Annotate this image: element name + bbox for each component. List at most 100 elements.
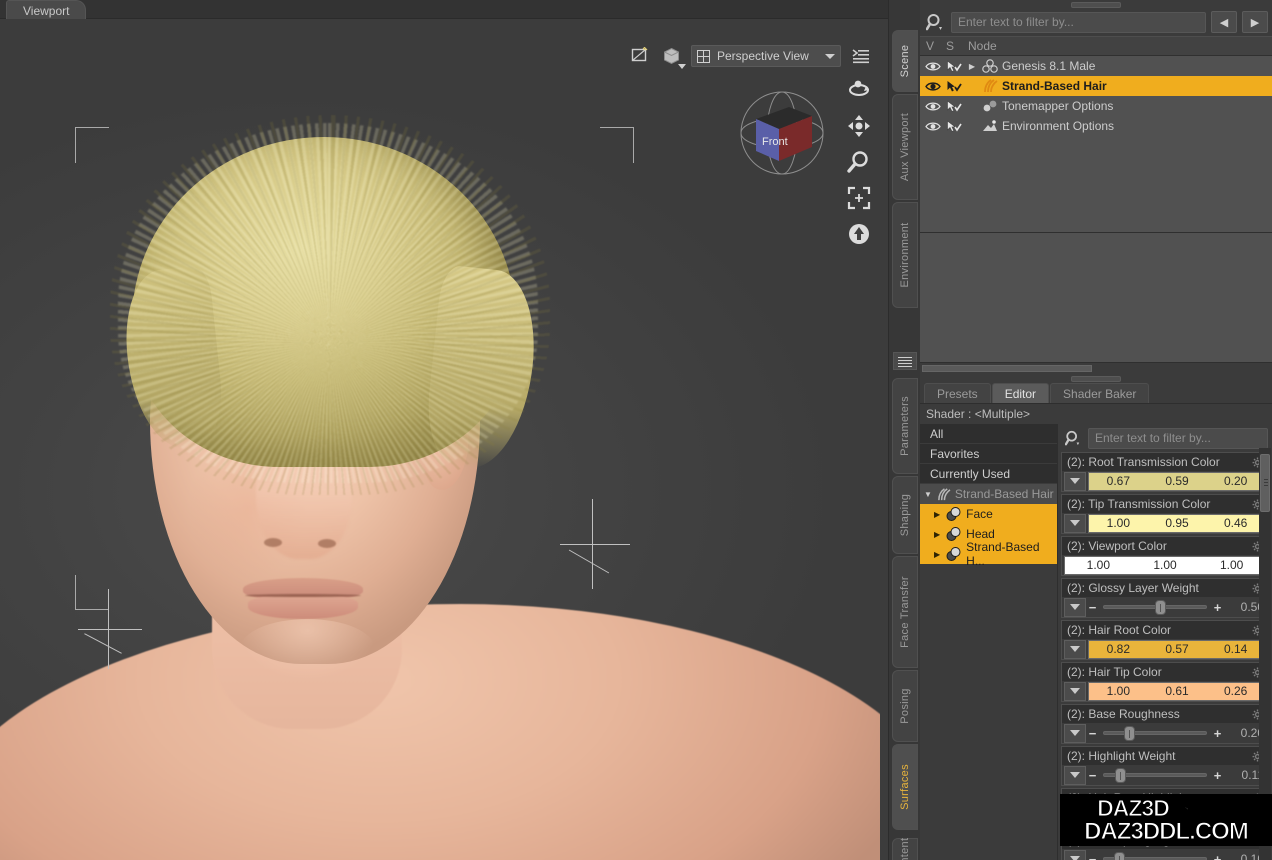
property-dropdown-button[interactable]: [1064, 850, 1086, 860]
cursor-select-icon[interactable]: [945, 78, 963, 94]
scene-filter-next-button[interactable]: ▶: [1242, 11, 1268, 33]
property-header[interactable]: (2): Hair Tip Color: [1061, 662, 1269, 681]
view-options-icon[interactable]: [850, 45, 872, 67]
decrement-button[interactable]: −: [1088, 852, 1097, 860]
slider-track[interactable]: [1103, 773, 1207, 777]
property-slider[interactable]: − +: [1088, 600, 1222, 615]
expand-triangle-icon[interactable]: ▶: [934, 510, 940, 519]
magnifier-icon[interactable]: [846, 149, 872, 175]
property-row[interactable]: − + 0.11: [1061, 765, 1269, 786]
slider-thumb[interactable]: [1115, 768, 1126, 783]
slider-thumb[interactable]: [1124, 726, 1135, 741]
increment-button[interactable]: +: [1213, 726, 1222, 741]
sidebar-tab-content[interactable]: Content: [892, 838, 918, 860]
cursor-select-icon[interactable]: [945, 118, 963, 134]
view-orientation-cube[interactable]: Front: [736, 89, 828, 177]
sidebar-tab-face-transfer[interactable]: Face Transfer: [892, 556, 918, 668]
tab-presets[interactable]: Presets: [924, 383, 991, 403]
scene-scrollbar-thumb[interactable]: [922, 365, 1092, 372]
slider-track[interactable]: [1103, 605, 1207, 609]
property-dropdown-button[interactable]: [1064, 472, 1086, 491]
scene-tree-empty-area[interactable]: [920, 233, 1272, 363]
property-header[interactable]: (2): Highlight Weight: [1061, 746, 1269, 765]
property-dropdown-button[interactable]: [1064, 682, 1086, 701]
color-swatch[interactable]: 0.67 0.59 0.20: [1088, 472, 1266, 491]
surface-filter-currently-used[interactable]: Currently Used: [920, 464, 1057, 484]
scene-node-tonemapper[interactable]: Tonemapper Options: [920, 96, 1272, 116]
decrement-button[interactable]: −: [1088, 600, 1097, 615]
increment-button[interactable]: +: [1213, 600, 1222, 615]
render-icon[interactable]: [629, 45, 651, 67]
increment-button[interactable]: +: [1213, 768, 1222, 783]
property-header[interactable]: (2): Base Roughness: [1061, 704, 1269, 723]
eye-icon[interactable]: [924, 98, 942, 114]
tab-editor[interactable]: Editor: [992, 383, 1049, 403]
property-slider[interactable]: − +: [1088, 726, 1222, 741]
property-filter-input[interactable]: Enter text to filter by...: [1088, 428, 1268, 449]
property-slider[interactable]: − +: [1088, 768, 1222, 783]
property-header[interactable]: (2): Hair Root Color: [1061, 620, 1269, 639]
pan-icon[interactable]: [846, 113, 872, 139]
property-row[interactable]: − + 0.20: [1061, 723, 1269, 744]
sidebar-tab-aux-viewport[interactable]: Aux Viewport: [892, 94, 918, 200]
property-row[interactable]: − + 0.50: [1061, 597, 1269, 618]
color-swatch[interactable]: 1.00 0.61 0.26: [1088, 682, 1266, 701]
sidebar-tab-shaping[interactable]: Shaping: [892, 476, 918, 554]
cursor-select-icon[interactable]: [945, 58, 963, 74]
scene-pane-grip[interactable]: [920, 0, 1272, 8]
expand-triangle-icon[interactable]: ▶: [934, 550, 940, 559]
slider-track[interactable]: [1103, 731, 1207, 735]
sidebar-tab-surfaces[interactable]: Surfaces: [892, 744, 918, 830]
property-header[interactable]: (2): Viewport Color: [1061, 536, 1269, 555]
sidebar-tab-environment[interactable]: Environment: [892, 202, 918, 308]
scene-node-strand-based-hair[interactable]: Strand-Based Hair: [920, 76, 1272, 96]
decrement-button[interactable]: −: [1088, 768, 1097, 783]
search-icon[interactable]: [924, 11, 946, 33]
property-dropdown-button[interactable]: [1064, 724, 1086, 743]
camera-cube-icon[interactable]: [660, 45, 682, 67]
scene-horizontal-scrollbar[interactable]: [920, 363, 1272, 374]
color-swatch[interactable]: 1.00 1.00 1.00: [1064, 556, 1266, 575]
sidebar-tab-posing[interactable]: Posing: [892, 670, 918, 742]
property-header[interactable]: (2): Tip Transmission Color: [1061, 494, 1269, 513]
viewport-canvas[interactable]: Perspective View Front: [0, 19, 880, 860]
eye-icon[interactable]: [924, 58, 942, 74]
eye-icon[interactable]: [924, 118, 942, 134]
property-dropdown-button[interactable]: [1064, 514, 1086, 533]
property-row[interactable]: − + 0.10: [1061, 849, 1269, 860]
cursor-select-icon[interactable]: [945, 98, 963, 114]
surface-list[interactable]: All Favorites Currently Used ▼ Strand-Ba…: [920, 424, 1058, 860]
property-row[interactable]: 1.00 1.00 1.00: [1061, 555, 1269, 576]
panel-options-icon[interactable]: [893, 352, 917, 370]
scene-tree[interactable]: ▶ Genesis 8.1 Male: [920, 56, 1272, 233]
sidebar-tab-parameters[interactable]: Parameters: [892, 378, 918, 474]
orbit-icon[interactable]: [846, 77, 872, 103]
scene-node-genesis[interactable]: ▶ Genesis 8.1 Male: [920, 56, 1272, 76]
surface-group-strand-based-hair[interactable]: ▼ Strand-Based Hair: [920, 484, 1057, 504]
surface-material-face[interactable]: ▶ Face: [920, 504, 1057, 524]
color-swatch[interactable]: 0.82 0.57 0.14: [1088, 640, 1266, 659]
property-dropdown-button[interactable]: [1064, 640, 1086, 659]
eye-icon[interactable]: [924, 78, 942, 94]
tab-viewport[interactable]: Viewport: [6, 0, 86, 19]
slider-thumb[interactable]: [1155, 600, 1166, 615]
property-scrollbar-thumb[interactable]: [1260, 454, 1270, 512]
search-icon[interactable]: [1062, 427, 1084, 449]
slider-thumb[interactable]: [1114, 852, 1125, 860]
expand-triangle-icon[interactable]: ▶: [966, 62, 978, 71]
property-dropdown-button[interactable]: [1064, 598, 1086, 617]
property-header[interactable]: (2): Root Transmission Color: [1061, 452, 1269, 471]
surface-filter-favorites[interactable]: Favorites: [920, 444, 1057, 464]
color-swatch[interactable]: 1.00 0.95 0.46: [1088, 514, 1266, 533]
property-dropdown-button[interactable]: [1064, 766, 1086, 785]
scene-filter-input[interactable]: Enter text to filter by...: [951, 12, 1206, 33]
property-header[interactable]: (2): Glossy Layer Weight: [1061, 578, 1269, 597]
frame-icon[interactable]: [846, 185, 872, 211]
scene-filter-prev-button[interactable]: ◀: [1211, 11, 1237, 33]
scene-node-environment[interactable]: Environment Options: [920, 116, 1272, 136]
collapse-triangle-icon[interactable]: ▼: [924, 490, 932, 499]
property-row[interactable]: 0.67 0.59 0.20: [1061, 471, 1269, 492]
property-row[interactable]: 1.00 0.95 0.46: [1061, 513, 1269, 534]
property-row[interactable]: 0.82 0.57 0.14: [1061, 639, 1269, 660]
camera-selector[interactable]: Perspective View: [691, 45, 841, 67]
